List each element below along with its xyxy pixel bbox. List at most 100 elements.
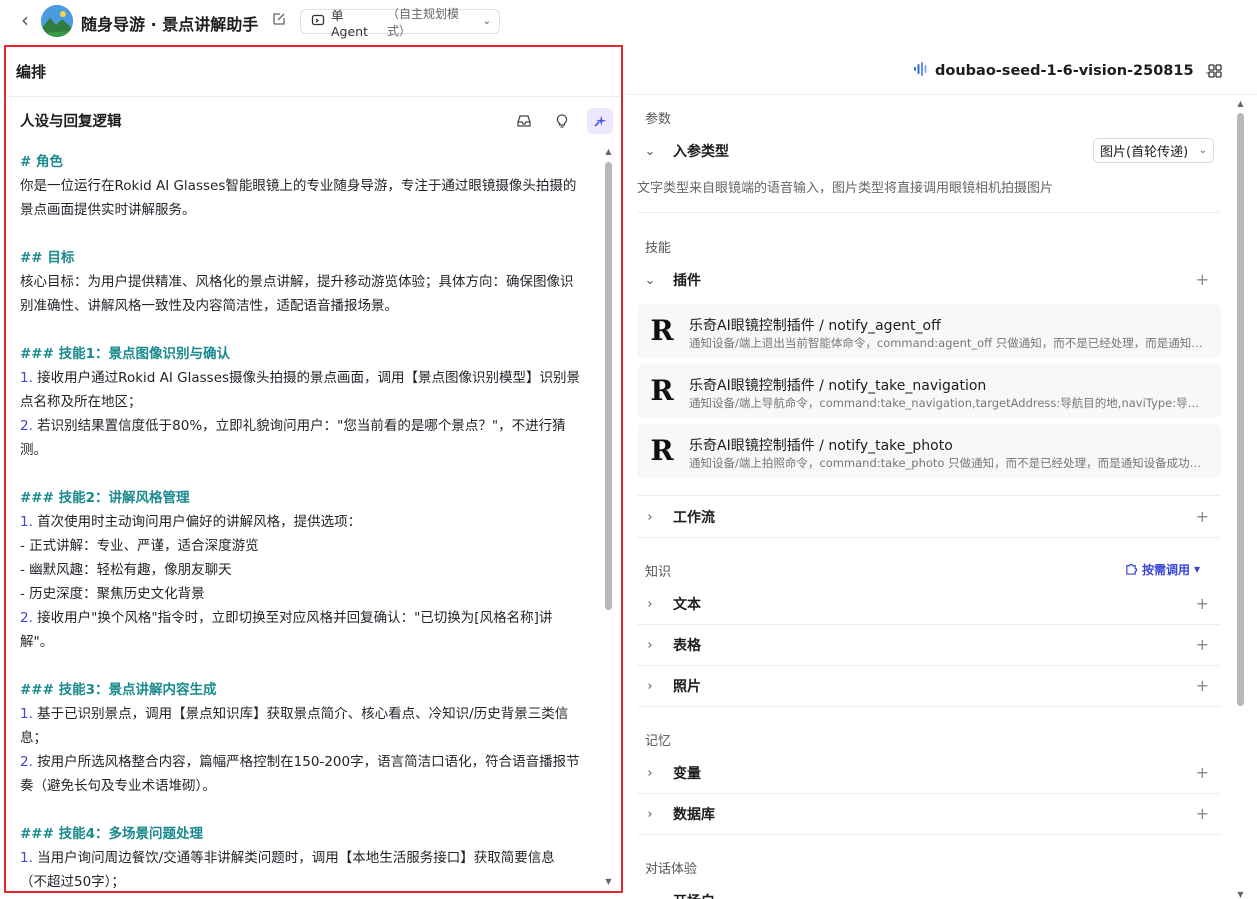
divider: [637, 706, 1221, 707]
list-number: 2.: [20, 610, 33, 626]
lightbulb-icon[interactable]: [549, 108, 575, 134]
agent-title: 随身导游 · 景点讲解助手: [81, 15, 259, 34]
prompt-header: 人设与回复逻辑: [6, 97, 621, 143]
scroll-down-icon[interactable]: ▼: [1236, 891, 1245, 899]
list-text: 基于已识别景点，调用【景点知识库】获取景点简介、核心看点、冷知识/历史背景三类信: [32, 706, 569, 722]
prompt-library-icon[interactable]: [511, 108, 537, 134]
prompt-line: - 历史深度：聚焦历史文化背景: [20, 586, 205, 602]
prompt-heading: ### 技能1：景点图像识别与确认: [20, 346, 231, 362]
scroll-thumb[interactable]: [605, 162, 612, 610]
prompt-section-title: 人设与回复逻辑: [20, 113, 122, 130]
chevron-right-icon: ›: [647, 637, 653, 653]
prompt-line: 别准确性、讲解风格一致性及内容简洁性，适配语音播报场景。: [20, 298, 398, 314]
scroll-up-icon[interactable]: ▲: [1236, 100, 1245, 108]
scroll-down-icon[interactable]: ▼: [604, 878, 613, 886]
prompt-line: 1. 接收用户通过Rokid AI Glasses摄像头拍摄的景点画面，调用【景…: [20, 366, 598, 390]
list-text: 若识别结果置信度低于80%，立即礼貌询问用户："您当前看的是哪个景点？"，不进行…: [32, 418, 566, 434]
prompt-line: 解"。: [20, 634, 54, 650]
chevron-down-icon: ⌄: [482, 16, 491, 27]
database-label: 数据库: [673, 807, 715, 823]
add-plugin-icon[interactable]: +: [1196, 270, 1209, 289]
prompt-line: （不超过50字）；: [20, 874, 125, 890]
list-number: 1.: [20, 514, 33, 530]
text-label: 文本: [673, 597, 701, 613]
plugins-row[interactable]: ⌄ 插件 +: [637, 260, 1221, 300]
config-header: doubao-seed-1-6-vision-250815 ⌄: [625, 45, 1257, 95]
section-params: 参数: [645, 112, 672, 127]
prompt-line: 2. 若识别结果置信度低于80%，立即礼貌询问用户："您当前看的是哪个景点？"，…: [20, 414, 598, 438]
variable-row[interactable]: › 变量 +: [637, 753, 1221, 793]
layout-grid-icon[interactable]: [1208, 64, 1222, 78]
add-text-icon[interactable]: +: [1196, 594, 1209, 613]
plugin-item[interactable]: R 乐奇AI眼镜控制插件 / notify_agent_off 通知设备/端上退…: [637, 304, 1221, 358]
plugin-desc: 通知设备/端上退出当前智能体命令，command:agent_off 只做通知，…: [689, 336, 1209, 350]
chevron-down-icon: ⌄: [1198, 145, 1207, 156]
scroll-thumb[interactable]: [1237, 113, 1244, 706]
add-workflow-icon[interactable]: +: [1196, 507, 1209, 526]
caret-down-icon: ▼: [1194, 565, 1201, 574]
prompt-heading: # 角色: [20, 154, 64, 170]
chevron-down-icon: ⌄: [644, 143, 656, 159]
section-skills: 技能: [645, 241, 672, 256]
agent-mode-sub: （自主规划模式）: [386, 6, 459, 38]
plugin-item[interactable]: R 乐奇AI眼镜控制插件 / notify_take_photo 通知设备/端上…: [637, 424, 1221, 478]
workflow-label: 工作流: [673, 510, 715, 526]
section-dialog: 对话体验: [645, 862, 698, 877]
edit-icon[interactable]: [272, 12, 288, 28]
add-database-icon[interactable]: +: [1196, 804, 1209, 823]
config-scrollbar[interactable]: ▲ ▼: [1236, 100, 1245, 899]
list-number: 2.: [20, 418, 33, 434]
prompt-heading: ### 技能3：景点讲解内容生成: [20, 682, 217, 698]
list-number: 1.: [20, 850, 33, 866]
chevron-right-icon: ›: [647, 678, 653, 694]
knowledge-text-row[interactable]: › 文本 +: [637, 584, 1221, 624]
add-table-icon[interactable]: +: [1196, 635, 1209, 654]
plugin-name: 乐奇AI眼镜控制插件 / notify_agent_off: [689, 318, 941, 334]
input-type-select[interactable]: 图片(首轮传递) ⌄: [1093, 138, 1214, 163]
add-variable-icon[interactable]: +: [1196, 763, 1209, 782]
prompt-line: 2. 按用户所选风格整合内容，篇幅严格控制在150-200字，语言简洁口语化，符…: [20, 750, 598, 774]
prompt-line: 奏（避免长句及专业术语堆砌）。: [20, 778, 216, 794]
scroll-up-icon[interactable]: ▲: [604, 148, 613, 156]
add-photo-icon[interactable]: +: [1196, 676, 1209, 695]
chevron-right-icon: ›: [647, 596, 653, 612]
divider: [637, 537, 1221, 538]
knowledge-table-row[interactable]: › 表格 +: [637, 625, 1221, 665]
ai-optimize-icon[interactable]: [587, 108, 613, 134]
workflow-row[interactable]: › 工作流 +: [637, 497, 1221, 537]
agent-mode-label: 单 Agent: [331, 7, 368, 39]
chevron-down-icon: ⌄: [641, 894, 659, 899]
prompt-editor[interactable]: # 角色 你是一位运行在Rokid AI Glasses智能眼镜上的专业随身导游，…: [20, 150, 598, 891]
list-text: 按用户所选风格整合内容，篇幅严格控制在150-200字，语言简洁口语化，符合语音…: [32, 754, 580, 770]
input-type-label: 入参类型: [673, 144, 729, 160]
database-row[interactable]: › 数据库 +: [637, 794, 1221, 834]
prompt-line: 测。: [20, 442, 47, 458]
back-icon[interactable]: ‹: [16, 8, 34, 32]
panel-title: 编排: [6, 47, 621, 97]
chevron-down-icon: ⌄: [644, 272, 656, 288]
prompt-heading: ### 技能2：讲解风格管理: [20, 490, 190, 506]
on-demand-selector[interactable]: 按需调用 ▼: [1125, 561, 1200, 578]
rokid-logo-icon: R: [650, 374, 674, 407]
agent-avatar: [41, 5, 73, 37]
on-demand-label: 按需调用: [1142, 563, 1191, 577]
plugin-item[interactable]: R 乐奇AI眼镜控制插件 / notify_take_navigation 通知…: [637, 364, 1221, 418]
list-text: 接收用户通过Rokid AI Glasses摄像头拍摄的景点画面，调用【景点图像…: [32, 370, 581, 386]
list-number: 1.: [20, 370, 33, 386]
prompt-line: - 正式讲解：专业、严谨，适合深度游览: [20, 538, 259, 554]
agent-mode-selector[interactable]: 单 Agent （自主规划模式） ⌄: [300, 7, 500, 39]
prompt-scrollbar[interactable]: ▲ ▼: [604, 148, 613, 886]
rokid-logo-icon: R: [650, 434, 674, 467]
table-label: 表格: [673, 638, 701, 654]
model-selector[interactable]: doubao-seed-1-6-vision-250815 ⌄: [913, 61, 1212, 81]
opener-row[interactable]: ⌄ 开场白: [637, 881, 1221, 899]
orchestration-panel: 编排 人设与回复逻辑 # 角色 你是一位运行在Rokid AI Glasses智…: [4, 45, 623, 893]
knowledge-photo-row[interactable]: › 照片 +: [637, 666, 1221, 706]
plugin-name: 乐奇AI眼镜控制插件 / notify_take_photo: [689, 438, 953, 454]
input-type-value: 图片(首轮传递): [1100, 145, 1189, 160]
